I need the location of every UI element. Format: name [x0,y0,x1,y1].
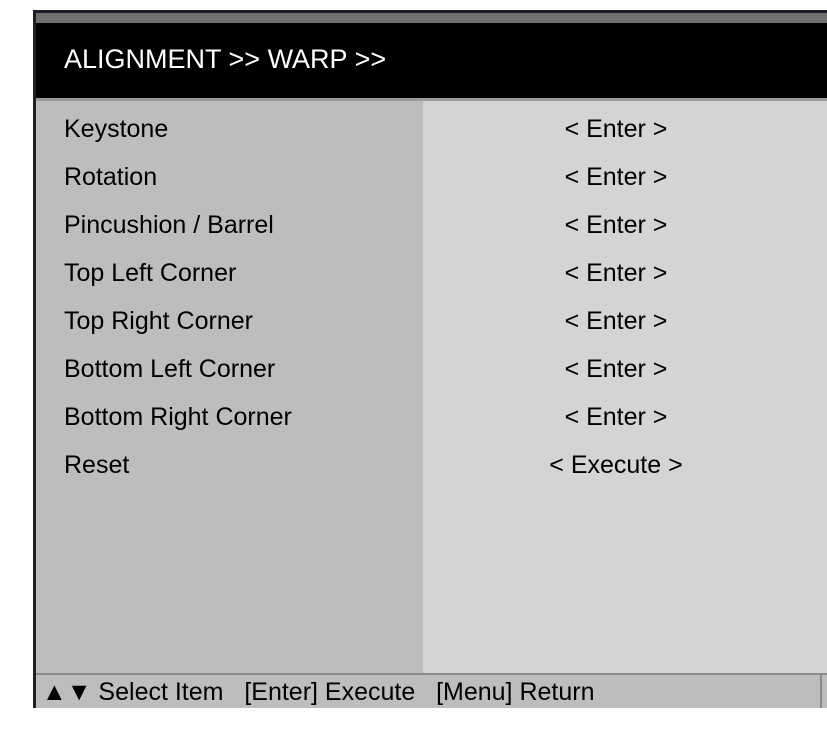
page-title: ALIGNMENT >> WARP >> [64,44,387,74]
menu-item-enter-button[interactable]: < Enter > [476,113,756,145]
footer-hint-bar: ▲▼ Select Item [Enter] Execute [Menu] Re… [36,673,827,708]
menu-item-label: Bottom Right Corner [64,403,292,431]
menu-item-enter-button[interactable]: < Enter > [476,401,756,433]
menu-item-label: Reset [64,451,130,479]
menu-content: Keystone < Enter > Rotation < Enter > Pi… [36,101,827,673]
menu-item-enter-button[interactable]: < Enter > [476,353,756,385]
osd-menu-window: ALIGNMENT >> WARP >> Keystone < Enter > … [33,10,827,708]
title-bar: ALIGNMENT >> WARP >> [36,23,827,101]
footer-divider [820,675,822,708]
menu-item-execute-button[interactable]: < Execute > [476,449,756,481]
menu-item-label: Top Right Corner [64,307,253,335]
menu-item-label: Rotation [64,163,158,191]
menu-item-label: Keystone [64,115,169,143]
menu-item-label: Top Left Corner [64,259,237,287]
menu-item-label: Bottom Left Corner [64,355,276,383]
menu-item-enter-button[interactable]: < Enter > [476,161,756,193]
navigation-hint: ▲▼ Select Item [Enter] Execute [Menu] Re… [42,678,595,706]
menu-item-label: Pincushion / Barrel [64,211,274,239]
menu-item-enter-button[interactable]: < Enter > [476,305,756,337]
menu-item-enter-button[interactable]: < Enter > [476,257,756,289]
menu-item-enter-button[interactable]: < Enter > [476,209,756,241]
